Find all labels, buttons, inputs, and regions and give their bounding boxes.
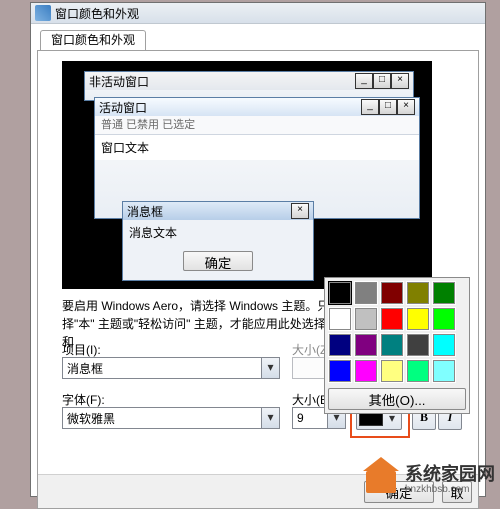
color-swatch[interactable] [354, 359, 378, 383]
color-swatch[interactable] [380, 307, 404, 331]
minimize-icon: _ [355, 73, 373, 89]
item-combo-value: 消息框 [63, 360, 261, 377]
watermark-title: 系统家园网 [405, 460, 495, 486]
color-swatch[interactable] [406, 307, 430, 331]
close-icon: × [291, 203, 309, 219]
tab-strip: 窗口颜色和外观 [37, 30, 479, 50]
color-swatch[interactable] [432, 281, 456, 305]
color-swatch[interactable] [328, 333, 352, 357]
fsize-combo-value: 9 [293, 411, 327, 425]
color-swatch[interactable] [432, 333, 456, 357]
palette-grid [328, 281, 466, 383]
inactive-window-title: 非活动窗口 [89, 73, 355, 90]
label-font: 字体(F): [62, 391, 105, 408]
color-swatch[interactable] [380, 333, 404, 357]
color-swatch[interactable] [406, 359, 430, 383]
message-box-ok: 确定 [183, 251, 253, 271]
watermark: 系统家园网 hnzkhbsb.com [363, 459, 495, 495]
active-window-titlebar: 活动窗口 _ □ × [95, 98, 419, 116]
color-swatch[interactable] [406, 281, 430, 305]
app-icon [35, 5, 51, 21]
label-item: 项目(I): [62, 341, 101, 358]
color-swatch[interactable] [432, 359, 456, 383]
message-box: 消息框 × 消息文本 确定 [122, 201, 314, 281]
color-swatch[interactable] [354, 281, 378, 305]
maximize-icon: □ [379, 99, 397, 115]
color-swatch[interactable] [406, 333, 430, 357]
window-text: 窗口文本 [95, 135, 419, 160]
chevron-down-icon: ▾ [261, 408, 279, 428]
dialog-title: 窗口颜色和外观 [55, 5, 139, 22]
color-swatch[interactable] [432, 307, 456, 331]
font-combo[interactable]: 微软雅黑 ▾ [62, 407, 280, 429]
inactive-window-titlebar: 非活动窗口 _ □ × [85, 72, 413, 90]
maximize-icon: □ [373, 73, 391, 89]
message-box-title: 消息框 [127, 203, 291, 220]
tab-appearance[interactable]: 窗口颜色和外观 [40, 30, 146, 51]
preview-area: 非活动窗口 _ □ × 活动窗口 _ □ × 普 [62, 61, 432, 289]
message-box-text: 消息文本 [123, 220, 313, 245]
color-palette-popup: 其他(O)... [324, 277, 470, 414]
house-icon [363, 459, 399, 495]
color-swatch[interactable] [380, 281, 404, 305]
color-swatch[interactable] [354, 307, 378, 331]
message-box-titlebar: 消息框 × [123, 202, 313, 220]
titlebar[interactable]: 窗口颜色和外观 [31, 3, 485, 24]
chevron-down-icon: ▾ [261, 358, 279, 378]
item-combo[interactable]: 消息框 ▾ [62, 357, 280, 379]
color-swatch[interactable] [354, 333, 378, 357]
minimize-icon: _ [361, 99, 379, 115]
color-swatch[interactable] [328, 281, 352, 305]
font-combo-value: 微软雅黑 [63, 410, 261, 427]
menu-bar: 普通 已禁用 已选定 [95, 116, 419, 135]
dialog-window: 窗口颜色和外观 窗口颜色和外观 非活动窗口 _ □ × 活动窗口 [30, 2, 486, 497]
color-swatch[interactable] [328, 307, 352, 331]
close-icon: × [397, 99, 415, 115]
other-colors-button[interactable]: 其他(O)... [328, 388, 466, 410]
color-swatch[interactable] [380, 359, 404, 383]
close-icon: × [391, 73, 409, 89]
active-window-title: 活动窗口 [99, 99, 361, 116]
color-swatch[interactable] [328, 359, 352, 383]
